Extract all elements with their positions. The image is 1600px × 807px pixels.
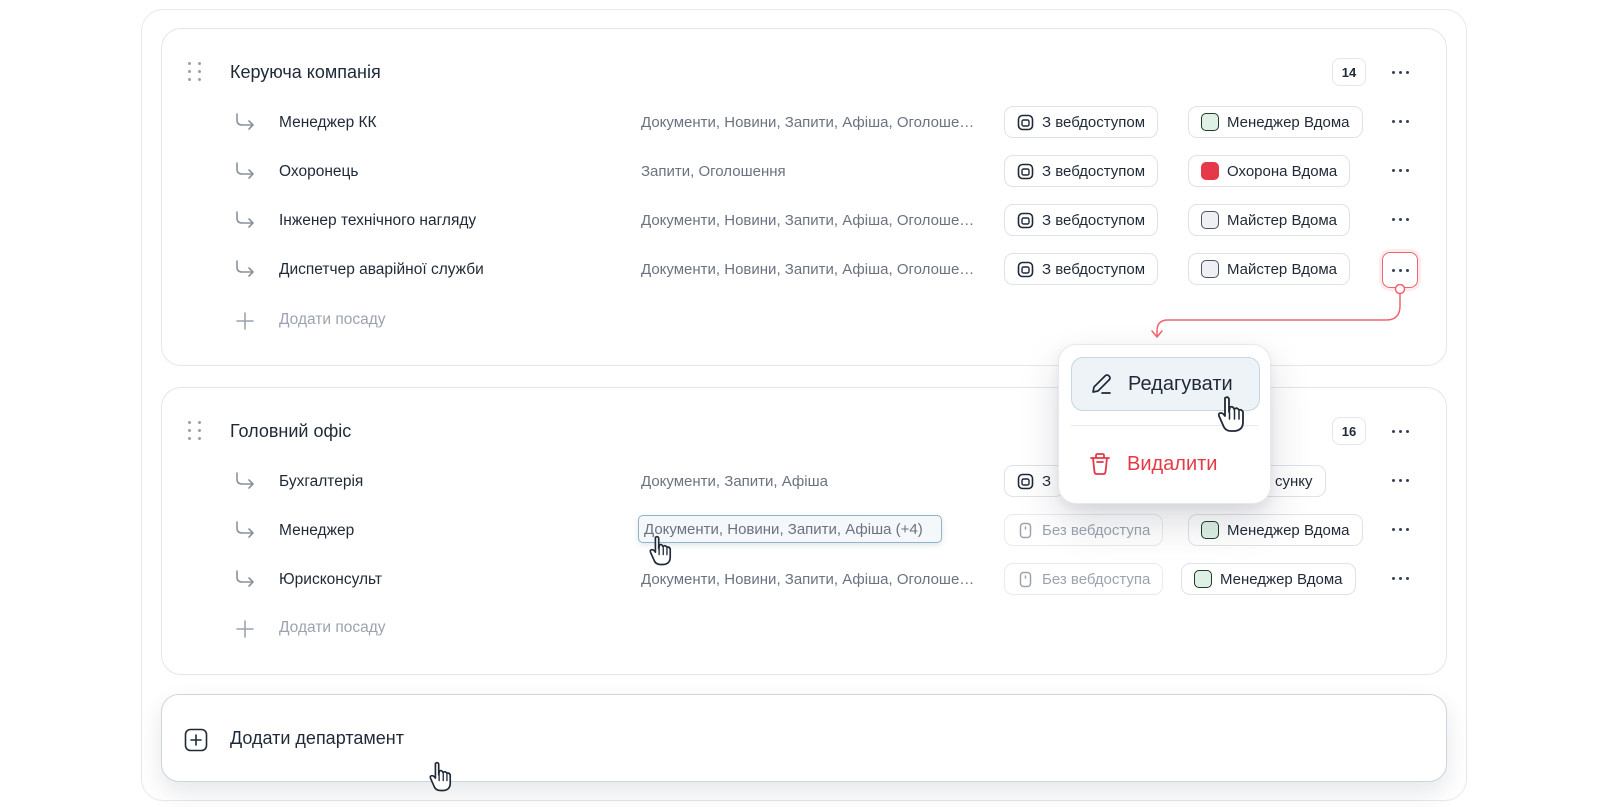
position-name: Інженер технічного нагляду: [279, 212, 477, 229]
position-more-button[interactable]: [1382, 201, 1418, 237]
app-label: Охорона Вдома: [1227, 162, 1338, 180]
web-access-icon: [1017, 212, 1034, 228]
position-name: Диспетчер аварійної служби: [279, 261, 484, 278]
access-label: З вебдоступом: [1042, 211, 1146, 229]
position-more-button[interactable]: [1382, 103, 1418, 139]
app-label: Менеджер Вдома: [1227, 113, 1350, 131]
manager-app-icon: [1201, 521, 1219, 539]
plus-icon[interactable]: [236, 620, 254, 638]
connector-arrow-icon: [1151, 284, 1406, 338]
position-name: Охоронець: [279, 163, 359, 180]
access-label: Без вебдоступа: [1042, 570, 1151, 588]
sub-item-arrow-icon: [236, 472, 254, 489]
app-badge[interactable]: Майстер Вдома: [1188, 253, 1351, 285]
app-label: сунку: [1275, 472, 1313, 490]
manager-app-icon: [1201, 113, 1219, 131]
app-label: Майстер Вдома: [1227, 260, 1338, 278]
position-name: Менеджер: [279, 522, 355, 539]
no-web-access-icon: [1019, 522, 1032, 538]
access-label: З: [1042, 472, 1052, 490]
web-access-icon: [1017, 114, 1034, 130]
master-app-icon: [1201, 211, 1219, 229]
hand-cursor-icon: [429, 761, 452, 792]
department-count-badge: 14: [1332, 58, 1366, 86]
sub-item-arrow-icon: [236, 211, 254, 228]
app-label: Майстер Вдома: [1227, 211, 1338, 229]
manager-app-icon: [1194, 570, 1212, 588]
position-permissions-hovered[interactable]: Документи, Новини, Запити, Афіша (+4): [638, 515, 942, 543]
position-permissions[interactable]: Запити, Оголошення: [641, 163, 981, 180]
no-web-access-badge[interactable]: Без вебдоступа: [1004, 563, 1164, 595]
position-more-button-active[interactable]: [1382, 252, 1418, 288]
position-name: Менеджер КК: [279, 114, 377, 131]
hand-cursor-icon: [1217, 396, 1244, 432]
edit-label: Редагувати: [1128, 372, 1233, 395]
trash-icon: [1090, 453, 1110, 475]
add-department-button[interactable]: Додати департамент: [161, 694, 1447, 782]
position-more-button[interactable]: [1382, 511, 1418, 547]
add-department-label: Додати департамент: [230, 728, 404, 748]
sub-item-arrow-icon: [236, 162, 254, 179]
web-access-badge[interactable]: З вебдоступом: [1004, 253, 1159, 285]
app-badge[interactable]: Охорона Вдома: [1188, 155, 1351, 187]
sub-item-arrow-icon: [236, 260, 254, 277]
drag-handle-icon[interactable]: [188, 62, 202, 82]
app-label: Менеджер Вдома: [1220, 570, 1343, 588]
department-title: Керуюча компанія: [230, 62, 381, 82]
department-title: Головний офіс: [230, 421, 352, 441]
add-position-link[interactable]: Додати посаду: [279, 619, 386, 637]
sub-item-arrow-icon: [236, 113, 254, 130]
delete-label: Видалити: [1127, 452, 1218, 475]
access-label: З вебдоступом: [1042, 260, 1146, 278]
position-more-button[interactable]: [1382, 152, 1418, 188]
access-label: З вебдоступом: [1042, 162, 1146, 180]
web-access-badge[interactable]: З вебдоступом: [1004, 155, 1159, 187]
drag-handle-icon[interactable]: [188, 421, 202, 441]
master-app-icon: [1201, 260, 1219, 278]
web-access-icon: [1017, 163, 1034, 179]
no-web-access-badge[interactable]: Без вебдоступа: [1004, 514, 1164, 546]
department-more-button[interactable]: [1382, 413, 1418, 449]
sub-item-arrow-icon: [236, 570, 254, 587]
access-label: Без вебдоступа: [1042, 521, 1151, 539]
web-access-badge[interactable]: З вебдоступом: [1004, 106, 1159, 138]
delete-menu-item[interactable]: Видалити: [1071, 437, 1260, 491]
web-access-icon: [1017, 473, 1034, 489]
position-permissions[interactable]: Документи, Новини, Запити, Афіша, Оголош…: [641, 261, 981, 278]
position-more-button[interactable]: [1382, 560, 1418, 596]
position-permissions[interactable]: Документи, Новини, Запити, Афіша, Оголош…: [641, 212, 981, 229]
add-square-icon: [184, 728, 208, 752]
position-permissions[interactable]: Документи, Новини, Запити, Афіша, Оголош…: [641, 571, 981, 588]
security-app-icon: [1201, 162, 1219, 180]
access-label: З вебдоступом: [1042, 113, 1146, 131]
position-permissions[interactable]: Документи, Новини, Запити, Афіша, Оголош…: [641, 114, 981, 131]
app-label: Менеджер Вдома: [1227, 521, 1350, 539]
position-name: Бухгалтерія: [279, 473, 364, 490]
sub-item-arrow-icon: [236, 521, 254, 538]
web-access-badge[interactable]: З: [1004, 465, 1065, 497]
position-permissions[interactable]: Документи, Запити, Афіша: [641, 473, 981, 490]
pencil-icon: [1092, 374, 1111, 394]
department-count-badge: 16: [1332, 417, 1366, 445]
app-badge[interactable]: Менеджер Вдома: [1188, 106, 1363, 138]
plus-icon[interactable]: [236, 312, 254, 330]
hand-cursor-icon: [649, 535, 672, 566]
app-badge[interactable]: Менеджер Вдома: [1181, 563, 1356, 595]
department-more-button[interactable]: [1382, 54, 1418, 90]
web-access-icon: [1017, 261, 1034, 277]
position-more-button[interactable]: [1382, 462, 1418, 498]
no-web-access-icon: [1019, 571, 1032, 587]
app-badge[interactable]: Менеджер Вдома: [1188, 514, 1363, 546]
web-access-badge[interactable]: З вебдоступом: [1004, 204, 1159, 236]
position-name: Юрисконсульт: [279, 571, 382, 588]
add-position-link[interactable]: Додати посаду: [279, 311, 386, 329]
app-badge[interactable]: Майстер Вдома: [1188, 204, 1351, 236]
